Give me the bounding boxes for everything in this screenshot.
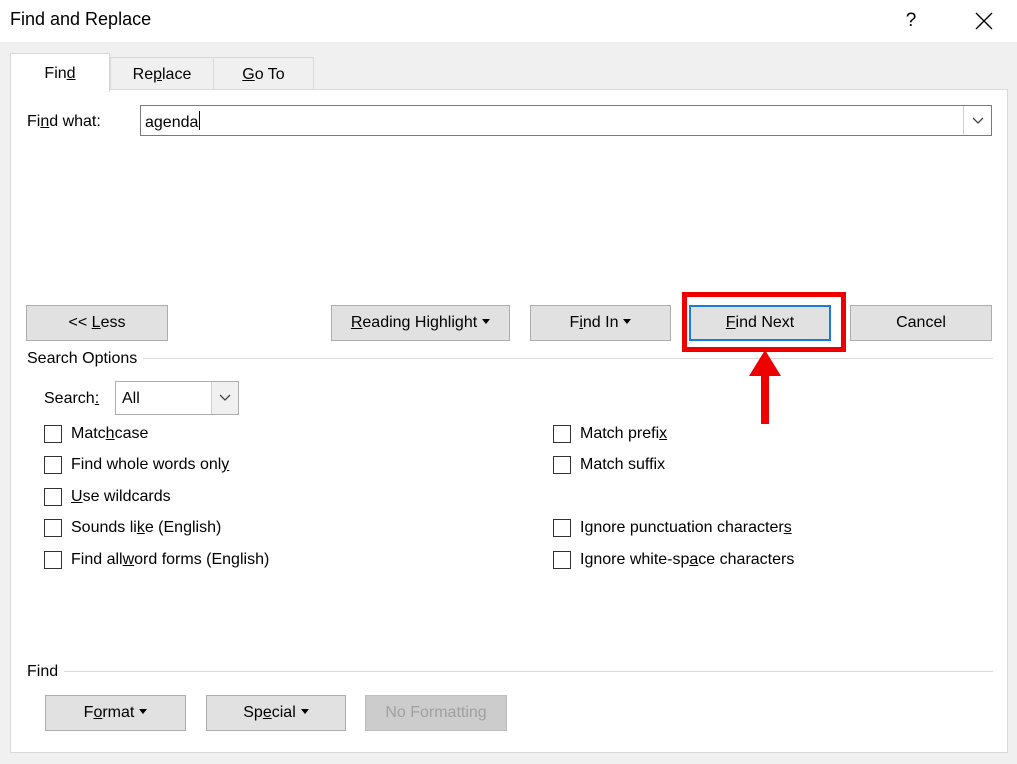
reading-highlight-button[interactable]: Reading Highlight	[331, 305, 510, 341]
close-icon	[975, 12, 993, 30]
search-direction-label: Search:	[44, 390, 100, 407]
chevron-down-icon	[972, 117, 983, 124]
annotation-highlight-box	[682, 292, 846, 352]
find-what-value: agenda	[145, 111, 201, 132]
search-direction-value: All	[122, 390, 140, 407]
no-formatting-button: No Formatting	[365, 695, 507, 731]
close-button[interactable]	[966, 6, 1002, 36]
find-group-label: Find	[27, 663, 65, 681]
checkbox-box[interactable]	[44, 488, 62, 506]
title-bar	[0, 0, 1017, 42]
checkbox-box[interactable]	[44, 456, 62, 474]
find-tab-panel	[10, 89, 1008, 753]
checkbox-box[interactable]	[553, 551, 571, 569]
help-button[interactable]: ?	[896, 6, 926, 36]
match-prefix-checkbox[interactable]: Match prefi x	[553, 425, 667, 443]
checkbox-box[interactable]	[44, 519, 62, 537]
checkbox-box[interactable]	[553, 425, 571, 443]
checkbox-box[interactable]	[44, 425, 62, 443]
tab-find[interactable]: Find	[10, 53, 110, 92]
text-caret	[199, 111, 201, 130]
checkbox-box[interactable]	[44, 551, 62, 569]
search-direction-select[interactable]: All	[115, 381, 239, 415]
cancel-button[interactable]: Cancel	[850, 305, 992, 341]
find-what-dropdown-button[interactable]	[963, 106, 991, 135]
search-options-divider	[26, 358, 993, 359]
find-whole-words-checkbox[interactable]: Find whole words onl y	[44, 456, 229, 474]
format-button[interactable]: Format	[45, 695, 186, 731]
special-button[interactable]: Special	[206, 695, 346, 731]
checkbox-box[interactable]	[553, 456, 571, 474]
checkbox-box[interactable]	[553, 519, 571, 537]
search-direction-dropdown-button[interactable]	[211, 382, 238, 414]
chevron-down-icon	[219, 394, 231, 401]
annotation-arrow-icon	[749, 350, 781, 424]
tab-goto[interactable]: Go To	[213, 57, 314, 90]
find-all-word-forms-checkbox[interactable]: Find all w ord forms (English)	[44, 551, 269, 569]
use-wildcards-checkbox[interactable]: Use wildcards	[44, 488, 171, 506]
find-group-divider	[26, 671, 993, 672]
search-options-label: Search Options	[27, 350, 144, 368]
find-in-button[interactable]: Find In	[530, 305, 671, 341]
dropdown-arrow-icon	[300, 709, 309, 714]
ignore-white-space-checkbox[interactable]: Ignore white-sp a ce characters	[553, 551, 794, 569]
sounds-like-checkbox[interactable]: Sounds li k e (English)	[44, 519, 221, 537]
ignore-punctuation-checkbox[interactable]: Ignore punctuation character s	[553, 519, 792, 537]
dropdown-arrow-icon	[482, 319, 491, 324]
dialog-title: Find and Replace	[10, 9, 152, 29]
help-icon: ?	[905, 10, 917, 31]
find-what-label: Find what:	[27, 113, 101, 130]
dropdown-arrow-icon	[623, 319, 632, 324]
match-case-checkbox[interactable]: Matc h case	[44, 425, 148, 443]
tab-replace[interactable]: Replace	[110, 57, 214, 90]
dropdown-arrow-icon	[139, 709, 148, 714]
less-button[interactable]: << Less	[26, 305, 168, 341]
find-what-input[interactable]: agenda	[140, 105, 992, 136]
match-suffix-checkbox[interactable]: Match suffix	[553, 456, 665, 474]
